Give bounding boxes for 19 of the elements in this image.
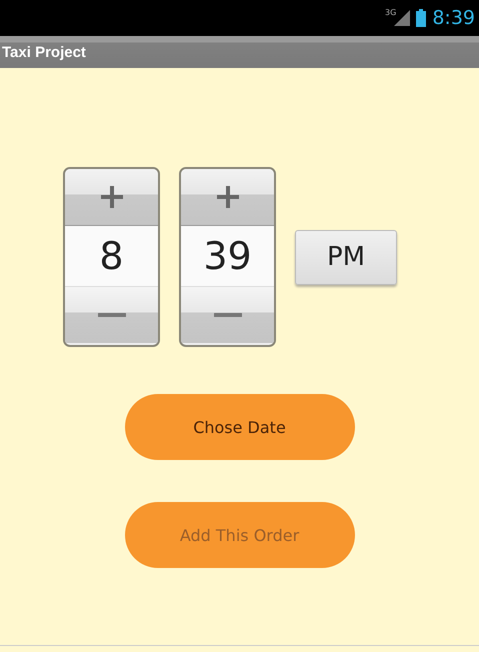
increment-button[interactable] [65,169,158,225]
spinner-value: 39 [181,225,274,287]
spinner-value: 8 [65,225,158,287]
signal-icon [394,10,410,26]
minus-icon [214,312,242,318]
battery-icon [416,9,426,27]
network-type: 3G [385,8,396,17]
plus-icon [214,184,240,210]
increment-button[interactable] [181,169,274,225]
hour-spinner[interactable]: 8 [63,167,160,347]
minus-icon [98,312,126,318]
app-title: Taxi Project [1,44,86,60]
decrement-button[interactable] [181,287,274,343]
plus-icon [98,184,124,210]
action-button[interactable]: Chose Date [124,394,354,460]
clock-time: 8:39 [432,7,475,29]
decrement-button[interactable] [65,287,158,343]
minute-spinner[interactable]: 39 [179,167,276,347]
am-pm-button[interactable]: PM [295,230,397,284]
